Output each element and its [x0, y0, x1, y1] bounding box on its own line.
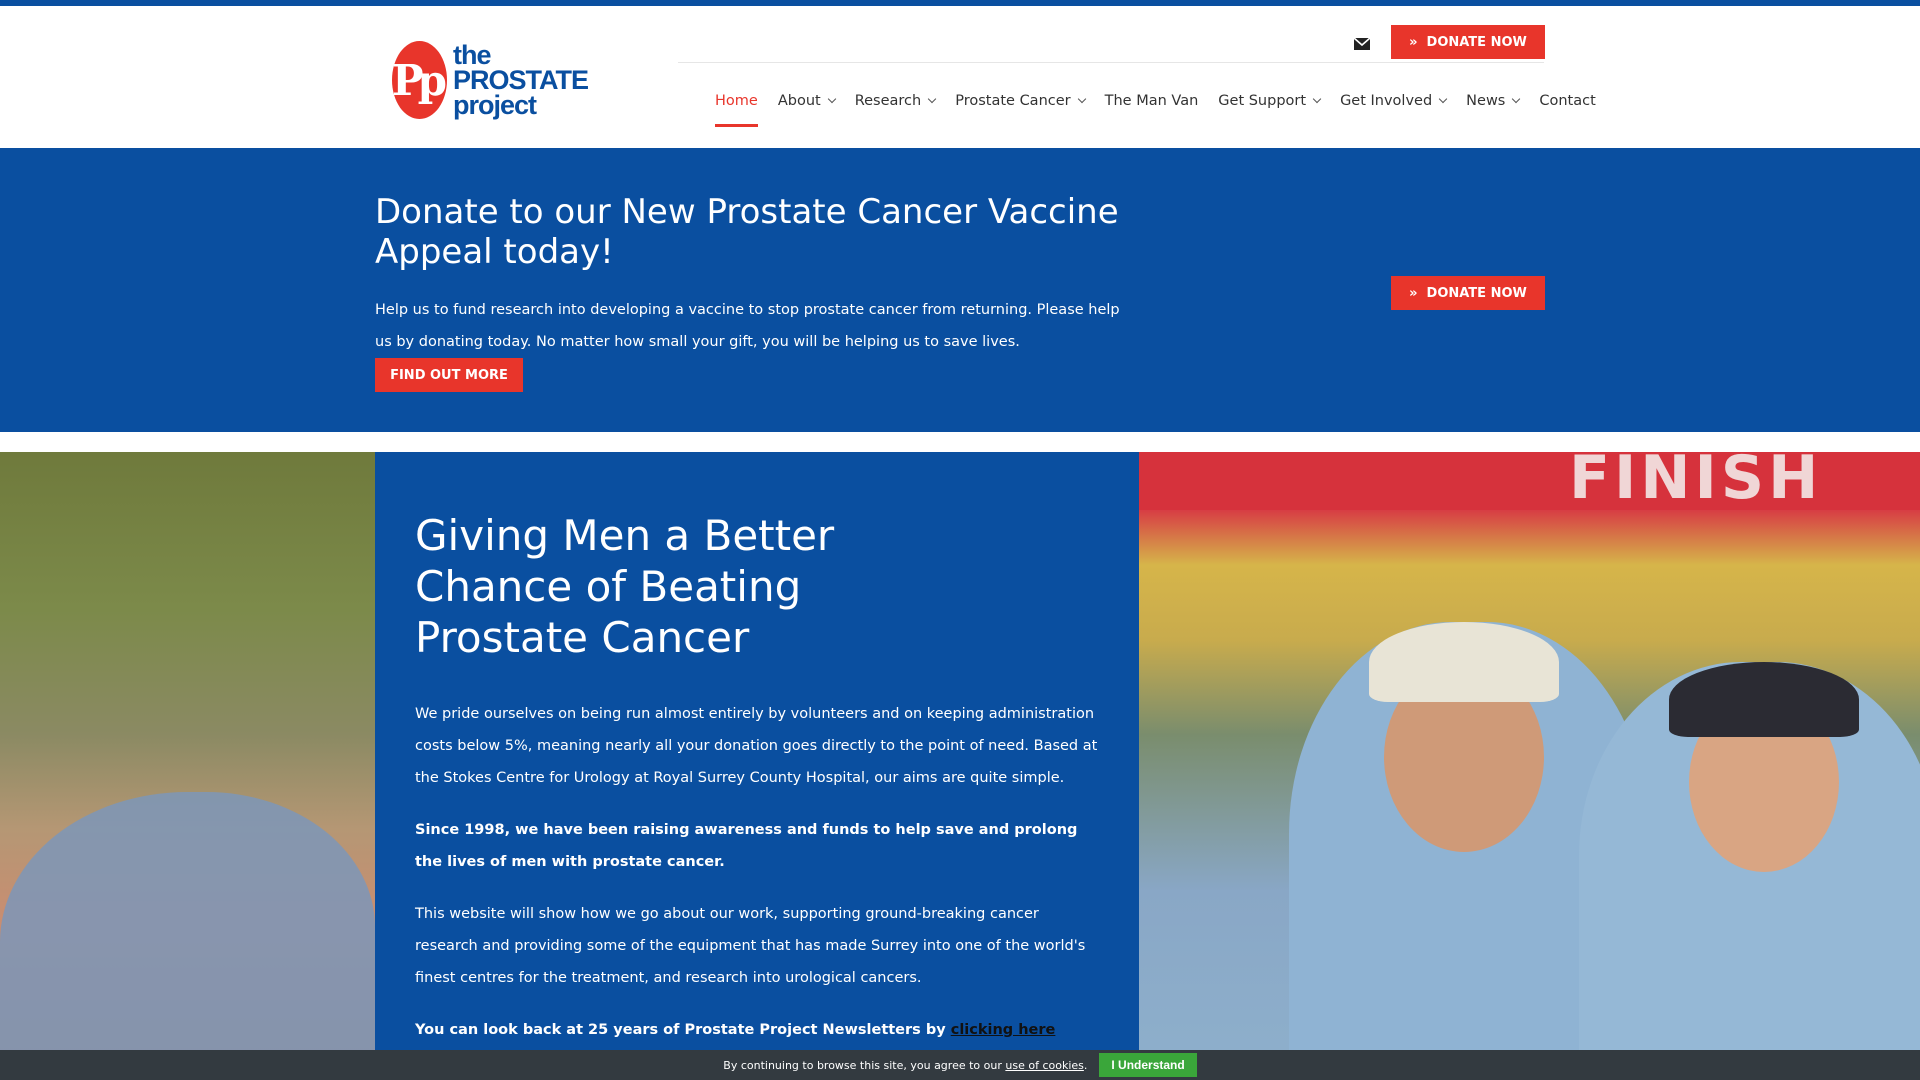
hero-paragraph: This website will show how we go about o… — [415, 906, 1086, 986]
photo-runner-right — [1579, 662, 1920, 1080]
hero-title: Giving Men a Better Chance of Beating Pr… — [415, 511, 835, 662]
chevron-down-icon — [827, 94, 836, 104]
photo-cap — [1369, 622, 1559, 702]
nav-item-label: Research — [854, 93, 922, 109]
site-header: Pp the PROSTATE project » DONATE NOW Hom… — [0, 6, 1920, 148]
logo-badge: Pp — [392, 41, 447, 119]
cookie-text-prefix: By continuing to browse this site, you a… — [723, 1058, 1006, 1072]
hero-content-card: Giving Men a Better Chance of Beating Pr… — [375, 452, 1139, 1080]
cookie-text: By continuing to browse this site, you a… — [723, 1059, 1087, 1072]
donate-now-label: DONATE NOW — [1426, 34, 1527, 50]
envelope-icon[interactable] — [1353, 35, 1371, 53]
logo-line-1: the — [452, 39, 492, 70]
nav-item-label: Prostate Cancer — [955, 93, 1071, 109]
nav-item-label: News — [1466, 93, 1506, 109]
finish-arch-banner: FINISH — [1139, 452, 1920, 510]
cookie-text-suffix: . — [1083, 1058, 1088, 1072]
nav-item-contact[interactable]: Contact — [1539, 93, 1595, 109]
hero-photo-left — [0, 452, 375, 1080]
nav-item-news[interactable]: News — [1466, 93, 1521, 109]
chevron-down-icon — [1438, 94, 1448, 104]
chevron-down-icon — [1312, 94, 1322, 104]
newsletter-link[interactable]: clicking here — [951, 1022, 1056, 1038]
chevron-down-icon — [1512, 94, 1521, 104]
banner-text: Help us to fund research into developing… — [375, 302, 1120, 350]
nav-item-label: About — [777, 93, 821, 109]
newsletter-text: You can look back at 25 years of Prostat… — [415, 1022, 951, 1038]
find-out-more-button[interactable]: FIND OUT MORE — [375, 358, 523, 392]
nav-item-get-involved[interactable]: Get Involved — [1340, 93, 1448, 109]
cookie-policy-link[interactable]: use of cookies — [1005, 1059, 1084, 1072]
cookie-consent-bar: By continuing to browse this site, you a… — [0, 1050, 1920, 1080]
nav-item-label: Get Support — [1218, 93, 1307, 109]
cookie-accept-button[interactable]: I Understand — [1099, 1053, 1197, 1077]
logo-wordmark: the PROSTATE project — [452, 39, 589, 120]
hero-newsletter-paragraph: You can look back at 25 years of Prostat… — [415, 1014, 1105, 1046]
double-chevron-right-icon: » — [1409, 285, 1418, 301]
donate-now-button-banner[interactable]: » DONATE NOW — [1391, 276, 1545, 310]
nav-item-label: The Man Van — [1104, 93, 1199, 109]
nav-item-prostate-cancer[interactable]: Prostate Cancer — [955, 93, 1086, 109]
nav-item-about[interactable]: About — [777, 93, 836, 109]
main-navigation: Home About Research Prostate Cancer The … — [715, 86, 1596, 127]
header-divider — [678, 62, 1544, 63]
donate-now-button-header[interactable]: » DONATE NOW — [1391, 25, 1545, 59]
nav-item-get-support[interactable]: Get Support — [1218, 93, 1322, 109]
hero-paragraph-bold: Since 1998, we have been raising awarene… — [415, 822, 1078, 870]
double-chevron-right-icon: » — [1409, 34, 1418, 50]
photo-person-shape — [0, 792, 375, 1080]
hero-body: We pride ourselves on being run almost e… — [415, 698, 1105, 1066]
logo-line-2: PROSTATE — [452, 64, 589, 95]
site-logo[interactable]: Pp the PROSTATE project — [392, 38, 589, 122]
chevron-down-icon — [927, 94, 937, 104]
nav-item-label: Get Involved — [1340, 93, 1433, 109]
nav-item-label: Contact — [1539, 93, 1596, 109]
donate-now-label: DONATE NOW — [1426, 285, 1527, 301]
appeal-banner: Donate to our New Prostate Cancer Vaccin… — [0, 148, 1920, 432]
chevron-down-icon — [1077, 94, 1086, 104]
nav-item-label: Home — [715, 93, 758, 109]
hero-paragraph: We pride ourselves on being run almost e… — [415, 706, 1098, 786]
nav-item-home[interactable]: Home — [715, 93, 758, 127]
hero-section: FINISH Giving Men a Better Chance of Bea… — [0, 452, 1920, 1080]
photo-cap — [1669, 662, 1859, 737]
nav-item-research[interactable]: Research — [854, 93, 937, 109]
hero-photo-right: FINISH — [1139, 452, 1920, 1080]
logo-line-3: project — [452, 89, 537, 120]
banner-title: Donate to our New Prostate Cancer Vaccin… — [375, 192, 1119, 272]
nav-item-the-man-van[interactable]: The Man Van — [1105, 93, 1199, 109]
